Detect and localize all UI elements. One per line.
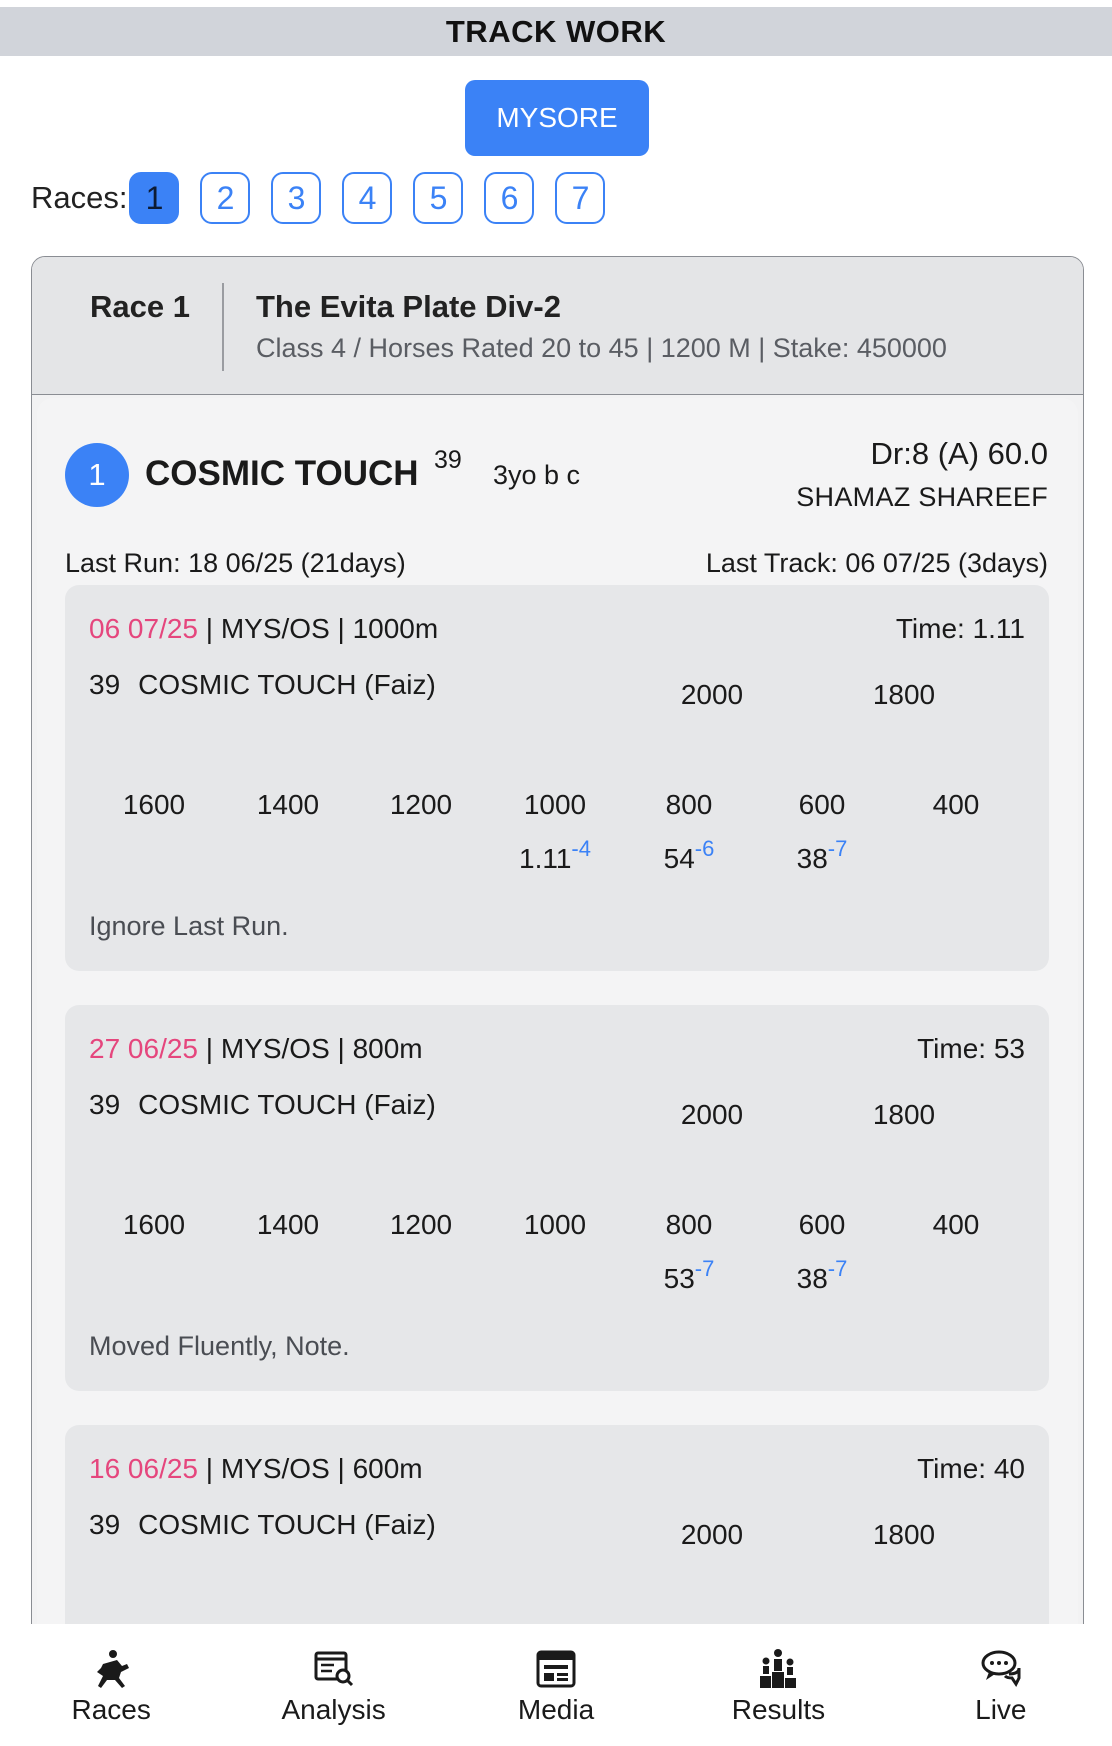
- work-info: | MYS/OS | 600m: [198, 1453, 423, 1484]
- nav-analysis-label: Analysis: [281, 1694, 386, 1725]
- bottom-nav: Races Analysis Media Results Live: [0, 1624, 1112, 1746]
- work-date: 06 07/25: [89, 613, 198, 644]
- work-card: 27 06/25 | MYS/OS | 800m Time: 53 39 COSM…: [65, 1005, 1049, 1391]
- split-label-600: 600: [798, 1209, 846, 1240]
- split-label-2000: 2000: [680, 1099, 744, 1130]
- split-label-1200: 1200: [389, 789, 453, 820]
- split-label-1800: 1800: [872, 679, 936, 710]
- work-note: Moved Fluently, Note.: [89, 1331, 350, 1361]
- work-horse-number: 39: [89, 1089, 121, 1120]
- race-pill-4[interactable]: 4: [342, 172, 393, 224]
- last-track: Last Track: 06 07/25 (3days): [705, 548, 1048, 578]
- split-label-1200: 1200: [389, 1209, 453, 1240]
- race-number: Race 1: [90, 289, 190, 324]
- split-label-400: 400: [932, 789, 980, 820]
- split-value: 1.11-4: [519, 836, 591, 875]
- nav-results[interactable]: Results: [667, 1624, 889, 1746]
- work-horse: 39 COSMIC TOUCH (Faiz): [89, 1089, 436, 1121]
- split-value: 54-6: [663, 836, 715, 875]
- work-date: 16 06/25: [89, 1453, 198, 1484]
- split-label-1600: 1600: [122, 789, 186, 820]
- work-date: 27 06/25: [89, 1033, 198, 1064]
- work-time: Time: 53: [917, 1033, 1025, 1064]
- nav-analysis[interactable]: Analysis: [222, 1624, 444, 1746]
- race-pill-5[interactable]: 5: [413, 172, 464, 224]
- nav-races-label: Races: [71, 1694, 151, 1725]
- work-info: | MYS/OS | 800m: [198, 1033, 423, 1064]
- work-note: Ignore Last Run.: [89, 911, 289, 941]
- race-name: The Evita Plate Div-2: [256, 289, 561, 324]
- nav-media-label: Media: [517, 1694, 595, 1725]
- race-card: Race 1 The Evita Plate Div-2 Class 4 / H…: [31, 256, 1084, 1746]
- split-label-2000: 2000: [680, 1519, 744, 1550]
- work-horse-name: COSMIC TOUCH (Faiz): [138, 669, 436, 700]
- horse-panel: 1 COSMIC TOUCH 39 3yo b c Dr:8 (A) 60.0 …: [37, 398, 1078, 1746]
- header-bar: TRACK WORK: [0, 7, 1112, 56]
- race-pill-7[interactable]: 7: [555, 172, 606, 224]
- split-label-600: 600: [798, 789, 846, 820]
- work-horse: 39 COSMIC TOUCH (Faiz): [89, 1509, 436, 1541]
- media-icon: [534, 1648, 578, 1690]
- horse-description: 3yo b c: [493, 460, 581, 490]
- races-label: Races:: [31, 180, 128, 215]
- split-label-800: 800: [665, 789, 713, 820]
- nav-races[interactable]: Races: [0, 1624, 222, 1746]
- horse-draw-weight: Dr:8 (A) 60.0: [870, 436, 1048, 471]
- split-label-1600: 1600: [122, 1209, 186, 1240]
- venue-button[interactable]: MYSORE: [465, 80, 649, 156]
- split-label-1800: 1800: [872, 1519, 936, 1550]
- split-label-1400: 1400: [256, 1209, 320, 1240]
- work-horse-name: COSMIC TOUCH (Faiz): [138, 1089, 436, 1120]
- split-label-2000: 2000: [680, 679, 744, 710]
- work-time: Time: 1.11: [895, 613, 1025, 644]
- race-pill-1[interactable]: 1: [129, 172, 180, 224]
- race-header: Race 1 The Evita Plate Div-2 Class 4 / H…: [32, 257, 1083, 395]
- work-time: Time: 40: [917, 1453, 1025, 1484]
- split-label-400: 400: [932, 1209, 980, 1240]
- results-icon: [756, 1648, 800, 1690]
- jockey-icon: [89, 1648, 133, 1690]
- nav-live[interactable]: Live: [890, 1624, 1112, 1746]
- chat-icon: [979, 1648, 1023, 1690]
- race-header-divider: [222, 283, 224, 371]
- work-horse-number: 39: [89, 669, 121, 700]
- split-value: 38-7: [796, 836, 848, 875]
- split-label-1800: 1800: [872, 1099, 936, 1130]
- split-label-1000: 1000: [523, 789, 587, 820]
- split-label-1400: 1400: [256, 789, 320, 820]
- horse-rating: 39: [434, 446, 462, 474]
- work-horse-name: COSMIC TOUCH (Faiz): [138, 1509, 436, 1540]
- horse-name[interactable]: COSMIC TOUCH: [145, 454, 419, 494]
- analysis-icon: [312, 1648, 356, 1690]
- split-value: 53-7: [663, 1256, 715, 1295]
- last-run: Last Run: 18 06/25 (21days): [65, 548, 406, 578]
- nav-results-label: Results: [731, 1694, 826, 1725]
- nav-media[interactable]: Media: [445, 1624, 667, 1746]
- work-header: 27 06/25 | MYS/OS | 800m: [89, 1033, 423, 1065]
- races-selector: Races: 1 2 3 4 5 6 7: [31, 172, 626, 224]
- split-value: 38-7: [796, 1256, 848, 1295]
- work-header: 16 06/25 | MYS/OS | 600m: [89, 1453, 423, 1485]
- split-label-800: 800: [665, 1209, 713, 1240]
- nav-live-label: Live: [975, 1694, 1027, 1725]
- horse-jockey: SHAMAZ SHAREEF: [796, 482, 1048, 512]
- work-horse: 39 COSMIC TOUCH (Faiz): [89, 669, 436, 701]
- work-header: 06 07/25 | MYS/OS | 1000m: [89, 613, 438, 645]
- split-label-1000: 1000: [523, 1209, 587, 1240]
- work-card: 06 07/25 | MYS/OS | 1000m Time: 1.11 39 C…: [65, 585, 1049, 971]
- work-info: | MYS/OS | 1000m: [198, 613, 439, 644]
- horse-number-badge: 1: [65, 443, 129, 507]
- race-details: Class 4 / Horses Rated 20 to 45 | 1200 M…: [256, 333, 947, 363]
- page-title: TRACK WORK: [445, 13, 667, 49]
- race-pill-2[interactable]: 2: [200, 172, 251, 224]
- race-pill-6[interactable]: 6: [484, 172, 535, 224]
- work-horse-number: 39: [89, 1509, 121, 1540]
- race-pill-3[interactable]: 3: [271, 172, 322, 224]
